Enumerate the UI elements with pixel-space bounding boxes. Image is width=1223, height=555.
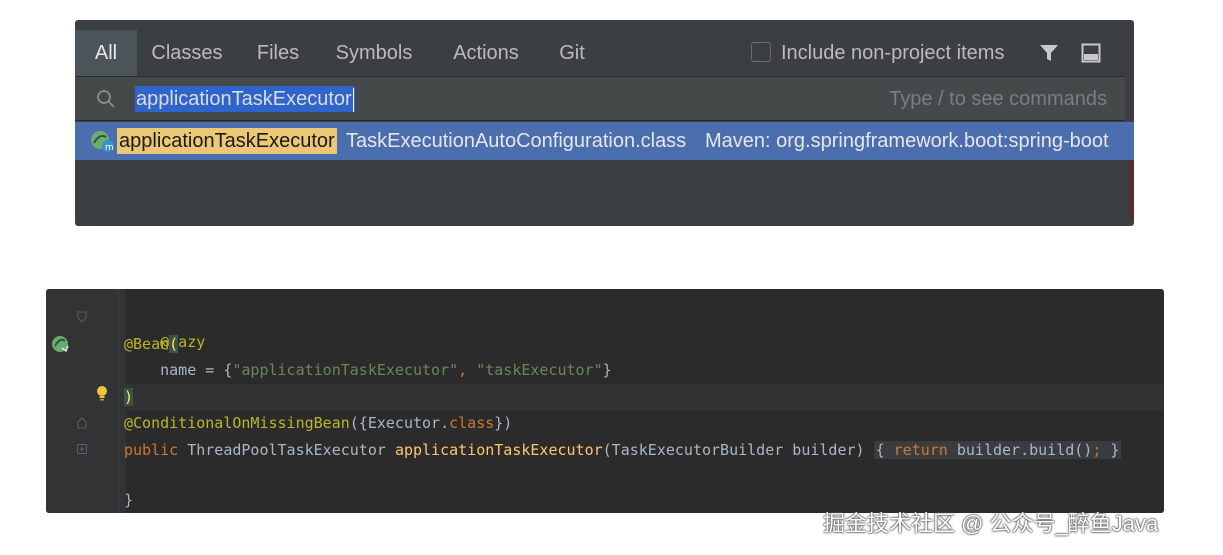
- string-literal: "applicationTaskExecutor": [232, 361, 459, 379]
- code-line-3: name = {"applicationTaskExecutor", "task…: [124, 358, 612, 382]
- close-paren: ): [124, 388, 134, 406]
- tab-git[interactable]: Git: [553, 30, 591, 76]
- code-text: name = {: [124, 361, 233, 379]
- search-icon: [97, 90, 115, 108]
- current-line-highlight: [126, 384, 1164, 410]
- tab-symbols[interactable]: Symbols: [331, 30, 417, 76]
- open-paren: (: [169, 335, 179, 353]
- code-line-6: public ThreadPoolTaskExecutor applicatio…: [124, 438, 1122, 462]
- string-literal: "taskExecutor": [476, 361, 603, 379]
- code-line-1: @Lazy: [124, 306, 205, 351]
- search-everywhere-popup: All Classes Files Symbols Actions Git In…: [75, 20, 1134, 226]
- search-input[interactable]: applicationTaskExecutor: [135, 86, 355, 112]
- code-text: }: [602, 361, 612, 379]
- keyword: public: [124, 441, 179, 459]
- code-editor[interactable]: @Lazy @Bean( name = {"applicationTaskExe…: [46, 289, 1164, 513]
- code-line-4: ): [124, 385, 134, 409]
- method-name: applicationTaskExecutor: [394, 441, 603, 459]
- code-text: (TaskExecutorBuilder builder): [602, 441, 874, 459]
- code-text: ({Executor.: [349, 414, 450, 432]
- include-non-project-checkbox[interactable]: [751, 42, 771, 62]
- search-result-row[interactable]: m applicationTaskExecutor TaskExecutionA…: [75, 122, 1134, 160]
- annotation-bean: @Bean: [124, 335, 170, 353]
- tab-files[interactable]: Files: [253, 30, 303, 76]
- code-text: builder.build(): [947, 441, 1093, 459]
- folded-brace: }: [1110, 441, 1120, 459]
- search-input-value: applicationTaskExecutor: [136, 88, 352, 110]
- code-text: ThreadPoolTaskExecutor: [178, 441, 395, 459]
- lightbulb-icon[interactable]: [95, 385, 109, 403]
- closing-brace: }: [124, 491, 134, 509]
- scroll-marker: [1129, 160, 1134, 220]
- tab-actions[interactable]: Actions: [446, 30, 526, 76]
- fold-icon[interactable]: [77, 443, 87, 455]
- search-row: applicationTaskExecutor Type / to see co…: [75, 77, 1125, 121]
- include-non-project-label[interactable]: Include non-project items: [781, 30, 1004, 76]
- filter-icon[interactable]: [1038, 42, 1060, 64]
- folded-region[interactable]: { return builder.build(); }: [873, 441, 1122, 459]
- code-line-5: @ConditionalOnMissingBean({Executor.clas…: [124, 411, 512, 435]
- keyword: class: [449, 414, 495, 432]
- scope-tab-bar: All Classes Files Symbols Actions Git In…: [75, 30, 1125, 77]
- bean-method-icon: m: [91, 131, 114, 153]
- code-line-7: }: [88, 464, 133, 509]
- semicolon: ;: [1092, 441, 1102, 459]
- text-caret: [352, 87, 354, 112]
- bean-icon[interactable]: [50, 334, 70, 354]
- code-line-2: @Bean(: [124, 332, 179, 356]
- code-text: }): [494, 414, 513, 432]
- watermark: 掘金技术社区 @ 公众号_醉鱼Java: [823, 511, 1159, 536]
- preview-icon[interactable]: [1080, 42, 1102, 64]
- fold-icon[interactable]: [77, 417, 87, 429]
- keyword: return: [893, 441, 948, 459]
- tab-all[interactable]: All: [75, 30, 137, 76]
- folded-brace: {: [875, 441, 885, 459]
- svg-text:m: m: [105, 143, 114, 153]
- fold-icon[interactable]: [77, 311, 87, 323]
- result-symbol-name: applicationTaskExecutor: [117, 128, 337, 154]
- result-location: Maven: org.springframework.boot:spring-b…: [705, 130, 1109, 152]
- annotation-conditional: @ConditionalOnMissingBean: [124, 414, 350, 432]
- comma: ,: [458, 361, 477, 379]
- result-file-name: TaskExecutionAutoConfiguration.class: [346, 130, 687, 152]
- tab-classes[interactable]: Classes: [147, 30, 227, 76]
- search-hint: Type / to see commands: [889, 88, 1107, 110]
